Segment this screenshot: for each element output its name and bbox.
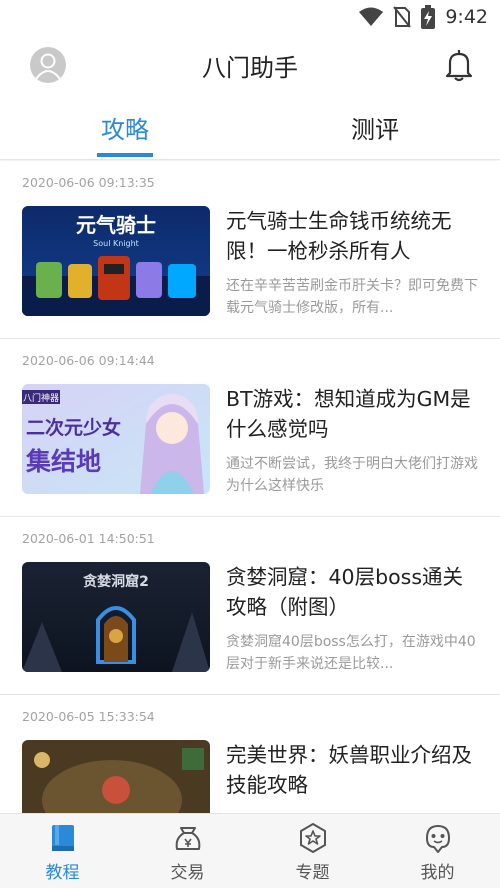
bottom-nav: 教程 交易 专题 我的: [0, 813, 500, 888]
nav-item-mine[interactable]: 我的: [375, 814, 500, 888]
article-thumbnail: 八门神器 二次元少女 集结地: [22, 384, 210, 494]
star-badge-icon: [299, 823, 326, 853]
nav-item-topics[interactable]: 专题: [250, 814, 375, 888]
status-bar: 9:42: [0, 0, 500, 34]
article-item[interactable]: 2020-06-01 14:50:51 贪婪洞窟2 贪婪洞窟：40层boss通关…: [0, 517, 500, 695]
wifi-icon: [359, 7, 384, 26]
page-title: 八门助手: [202, 54, 298, 82]
bell-icon[interactable]: [442, 48, 476, 82]
article-summary: 还在辛辛苦苦刷金币肝关卡？即可免费下载元气骑士修改版，所有...: [226, 278, 478, 316]
nav-item-trade[interactable]: 交易: [125, 814, 250, 888]
nav-label: 交易: [170, 863, 205, 883]
nav-label: 专题: [295, 863, 330, 883]
article-item[interactable]: 2020-06-06 09:13:35 元气骑士 Soul Knight 元气骑…: [0, 161, 500, 339]
tab-active-indicator: [97, 153, 153, 157]
article-summary: 贪婪洞窟40层boss怎么打，在游戏中40层对于新手来说还是比较...: [226, 634, 476, 672]
book-icon: [51, 825, 74, 851]
status-icons: 9:42: [359, 5, 488, 29]
article-feed[interactable]: 2020-06-06 09:13:35 元气骑士 Soul Knight 元气骑…: [0, 161, 500, 813]
nav-label: 我的: [420, 863, 455, 883]
thumb-line2-text: 集结地: [25, 447, 101, 476]
article-date: 2020-06-06 09:14:44: [22, 353, 155, 368]
article-thumbnail: [22, 740, 210, 813]
thumb-subtitle-text: Soul Knight: [93, 239, 139, 248]
robot-face-icon: [425, 825, 450, 853]
no-sim-icon: [393, 6, 412, 28]
article-thumbnail: 贪婪洞窟2: [22, 562, 210, 672]
thumb-title-text: 元气骑士: [76, 213, 156, 237]
app-header: 八门助手: [0, 34, 500, 98]
status-time: 9:42: [445, 6, 488, 28]
article-item[interactable]: 2020-06-05 15:33:54 完美世界：妖兽职业介绍及技能攻略: [0, 695, 500, 813]
article-title[interactable]: 完美世界：妖兽职业介绍及技能攻略: [226, 740, 482, 800]
article-summary: 通过不断尝试，我终于明白大佬们打游戏为什么这样快乐: [226, 456, 478, 494]
article-date: 2020-06-01 14:50:51: [22, 531, 155, 546]
article-thumbnail: 元气骑士 Soul Knight: [22, 206, 210, 316]
thumb-tag-text: 八门神器: [23, 392, 59, 404]
tab-reviews[interactable]: 测评: [310, 110, 440, 145]
article-title[interactable]: 贪婪洞窟：40层boss通关攻略（附图）: [226, 562, 482, 622]
bag-icon: [175, 827, 200, 850]
article-date: 2020-06-06 09:13:35: [22, 175, 155, 190]
article-item[interactable]: 2020-06-06 09:14:44 八门神器 二次元少女 集结地 BT游戏：…: [0, 339, 500, 517]
thumb-line1-text: 二次元少女: [26, 416, 121, 439]
thumb-title-text: 贪婪洞窟2: [82, 573, 149, 590]
nav-label: 教程: [45, 863, 80, 883]
article-title[interactable]: BT游戏：想知道成为GM是什么感觉吗: [226, 384, 482, 444]
nav-item-tutorials[interactable]: 教程: [0, 814, 125, 888]
battery-charging-icon: [421, 5, 436, 29]
article-title[interactable]: 元气骑士生命钱币统统无限！一枪秒杀所有人: [226, 206, 482, 266]
article-date: 2020-06-05 15:33:54: [22, 709, 155, 724]
tab-bar: 攻略 测评: [0, 98, 500, 160]
tab-guides[interactable]: 攻略: [60, 110, 190, 145]
